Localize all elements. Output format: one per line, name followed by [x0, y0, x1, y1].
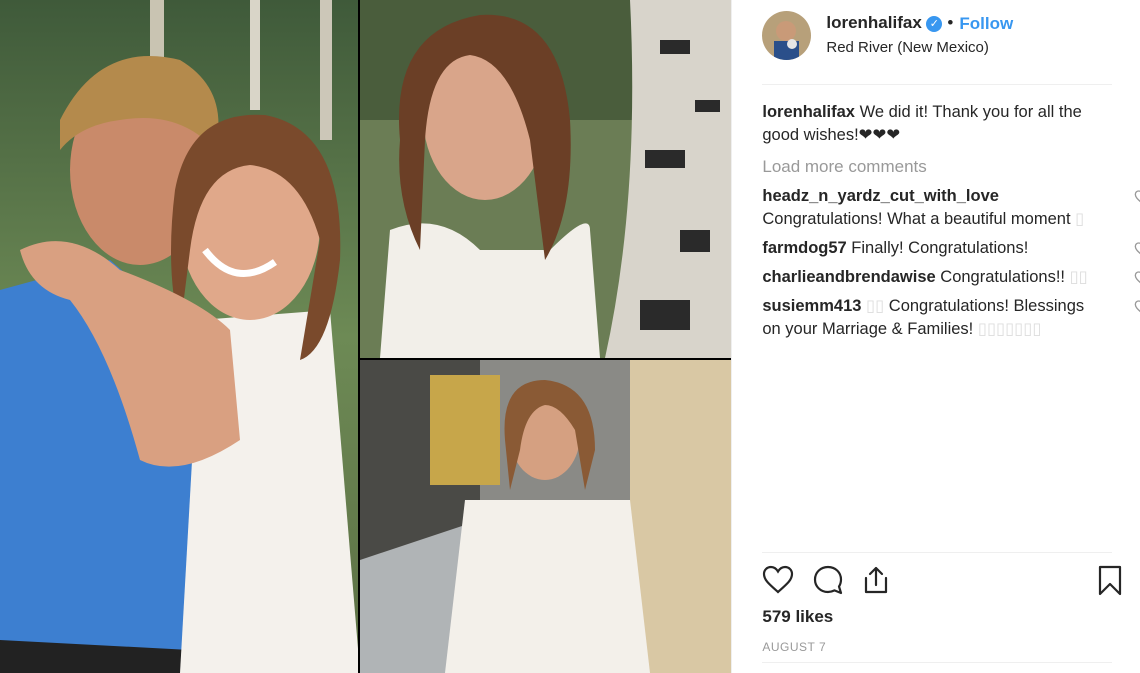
playground-photo[interactable]: [360, 360, 732, 673]
comment-username[interactable]: charlieandbrendawise: [762, 268, 935, 286]
photo-collage[interactable]: [0, 0, 732, 673]
caption: lorenhalifax We did it! Thank you for al…: [762, 101, 1102, 147]
heart-outline-icon[interactable]: [762, 564, 794, 596]
comment-like-heart-icon[interactable]: [1134, 189, 1140, 205]
comment-username[interactable]: headz_n_yardz_cut_with_love: [762, 187, 999, 205]
comment-item: susiemm413 ▯▯ Congratulations! Blessings…: [762, 295, 1140, 341]
comment-text: Finally! Congratulations!: [846, 239, 1029, 257]
portrait-photo[interactable]: [360, 0, 732, 358]
comments-section: lorenhalifax We did it! Thank you for al…: [762, 101, 1140, 347]
bookmark-icon[interactable]: [1097, 564, 1123, 596]
comment-like-heart-icon[interactable]: [1134, 241, 1140, 257]
comment-emoji: ▯▯: [1065, 268, 1088, 286]
instagram-post: lorenhalifax ✓ • Follow Red River (New M…: [0, 0, 1140, 673]
header-divider: [762, 84, 1112, 85]
comment-item: headz_n_yardz_cut_with_love Congratulati…: [762, 185, 1140, 231]
caption-username[interactable]: lorenhalifax: [762, 103, 855, 121]
comment-username[interactable]: susiemm413: [762, 297, 861, 315]
comment-text: Congratulations!!: [935, 268, 1066, 286]
comment-like-heart-icon[interactable]: [1134, 270, 1140, 286]
footer-divider: [762, 662, 1112, 663]
comment-username[interactable]: farmdog57: [762, 239, 846, 257]
location-link[interactable]: Red River (New Mexico): [826, 39, 989, 56]
couple-photo[interactable]: [0, 0, 358, 673]
post-header: lorenhalifax ✓ • Follow Red River (New M…: [732, 0, 1140, 84]
verified-badge-icon: ✓: [926, 16, 943, 32]
comment-emoji: ▯▯▯▯▯▯▯: [973, 320, 1042, 338]
comment-emoji: ▯: [1070, 210, 1085, 228]
load-more-comments-button[interactable]: Load more comments: [762, 155, 1102, 178]
comment-like-heart-icon[interactable]: [1134, 299, 1140, 315]
post-date[interactable]: AUGUST 7: [762, 640, 826, 654]
separator-dot: •: [947, 13, 954, 32]
comment-item: charlieandbrendawise Congratulations!! ▯…: [762, 266, 1140, 289]
speech-bubble-icon[interactable]: [812, 564, 844, 596]
username-link[interactable]: lorenhalifax: [826, 13, 921, 33]
comment-text: Congratulations! What a beautiful moment: [762, 210, 1071, 228]
likes-count[interactable]: 579 likes: [762, 607, 833, 627]
avatar[interactable]: [762, 11, 812, 60]
share-icon[interactable]: [860, 564, 892, 596]
comment-item: farmdog57 Finally! Congratulations!: [762, 237, 1140, 260]
follow-button[interactable]: Follow: [959, 14, 1013, 34]
post-sidebar: lorenhalifax ✓ • Follow Red River (New M…: [731, 0, 1140, 673]
action-bar: [762, 564, 1122, 598]
actions-divider: [762, 552, 1112, 553]
comment-emoji: ▯▯: [861, 297, 885, 315]
